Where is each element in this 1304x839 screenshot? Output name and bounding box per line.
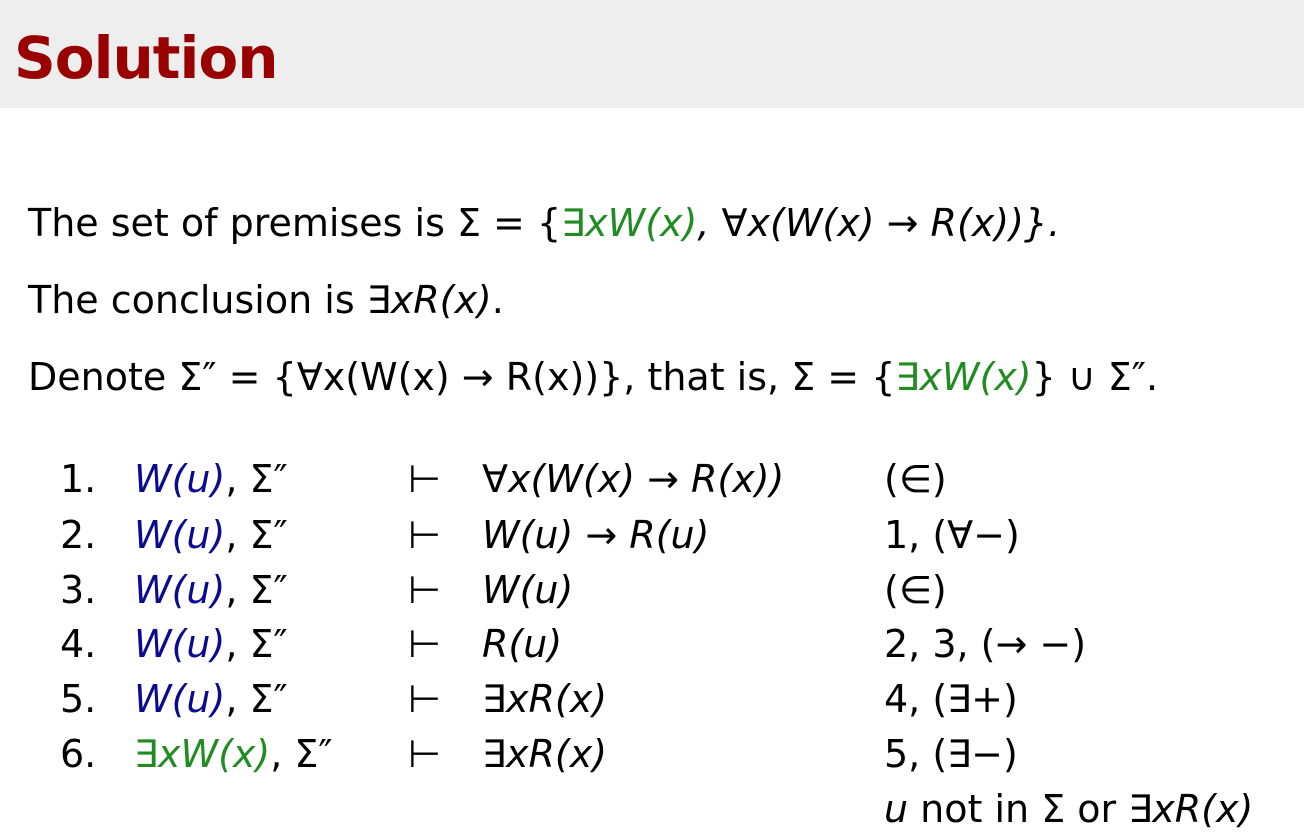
- rule: (∈): [884, 568, 947, 612]
- denote-green-formula: ∃xW(x): [895, 355, 1032, 399]
- context-rest: , Σ″: [270, 732, 333, 776]
- context-rest: , Σ″: [225, 513, 288, 557]
- step-number: 1.: [60, 457, 97, 501]
- context-rest: , Σ″: [225, 622, 288, 666]
- formula: R(u): [482, 622, 563, 666]
- turnstile: ⊢: [408, 513, 442, 557]
- step-number: 5.: [60, 677, 97, 721]
- context: W(u), Σ″: [134, 452, 288, 506]
- turnstile: ⊢: [408, 622, 442, 666]
- context-assumption: W(u): [134, 513, 226, 557]
- context-assumption: W(u): [134, 457, 226, 501]
- denote-suffix: } ∪ Σ″.: [1031, 355, 1159, 399]
- formula: W(u) → R(u): [482, 513, 710, 557]
- context-assumption: W(u): [134, 568, 226, 612]
- context-rest: , Σ″: [225, 677, 288, 721]
- context-assumption: ∃xW(x): [134, 732, 271, 776]
- premises-green-formula: ∃xW(x): [561, 201, 698, 245]
- denote-statement: Denote Σ″ = {∀x(W(x) → R(x))}, that is, …: [28, 352, 1158, 402]
- turnstile: ⊢: [408, 457, 442, 501]
- context-rest: , Σ″: [225, 457, 288, 501]
- context-assumption: W(u): [134, 622, 226, 666]
- context: W(u), Σ″: [134, 672, 288, 726]
- context: W(u), Σ″: [134, 508, 288, 562]
- formula: W(u): [482, 568, 574, 612]
- slide-title: Solution: [14, 24, 279, 92]
- context: ∃xW(x), Σ″: [134, 727, 333, 781]
- side-condition-note: u not in Σ or ∃xR(x): [884, 782, 1253, 836]
- rule: 2, 3, (→ −): [884, 622, 1087, 666]
- turnstile: ⊢: [408, 568, 442, 612]
- step-number: 2.: [60, 513, 97, 557]
- rule: 5, (∃−): [884, 732, 1018, 776]
- rule: 4, (∃+): [884, 677, 1018, 721]
- formula: ∃xR(x): [482, 732, 608, 776]
- context: W(u), Σ″: [134, 617, 288, 671]
- rule: (∈): [884, 457, 947, 501]
- premises-prefix: The set of premises is Σ = {: [28, 201, 562, 245]
- premises-statement: The set of premises is Σ = {∃xW(x), ∀x(W…: [28, 198, 1060, 248]
- premises-suffix: , ∀x(W(x) → R(x))}.: [697, 201, 1061, 245]
- formula: ∀x(W(x) → R(x)): [482, 457, 785, 501]
- context-rest: , Σ″: [225, 568, 288, 612]
- context: W(u), Σ″: [134, 563, 288, 617]
- formula: ∃xR(x): [482, 677, 608, 721]
- conclusion-statement: The conclusion is ∃xR(x).: [28, 275, 504, 325]
- note-text: not in Σ or: [908, 787, 1129, 831]
- step-number: 3.: [60, 568, 97, 612]
- conclusion-suffix: .: [491, 278, 504, 322]
- turnstile: ⊢: [408, 677, 442, 721]
- rule: 1, (∀−): [884, 513, 1020, 557]
- note-variable: u: [884, 787, 909, 831]
- step-number: 4.: [60, 622, 97, 666]
- conclusion-prefix: The conclusion is: [28, 278, 367, 322]
- context-assumption: W(u): [134, 677, 226, 721]
- denote-prefix: Denote Σ″ = {∀x(W(x) → R(x))}, that is, …: [28, 355, 896, 399]
- turnstile: ⊢: [408, 732, 442, 776]
- conclusion-formula: ∃xR(x): [366, 278, 492, 322]
- note-formula: ∃xR(x): [1128, 787, 1254, 831]
- step-number: 6.: [60, 732, 97, 776]
